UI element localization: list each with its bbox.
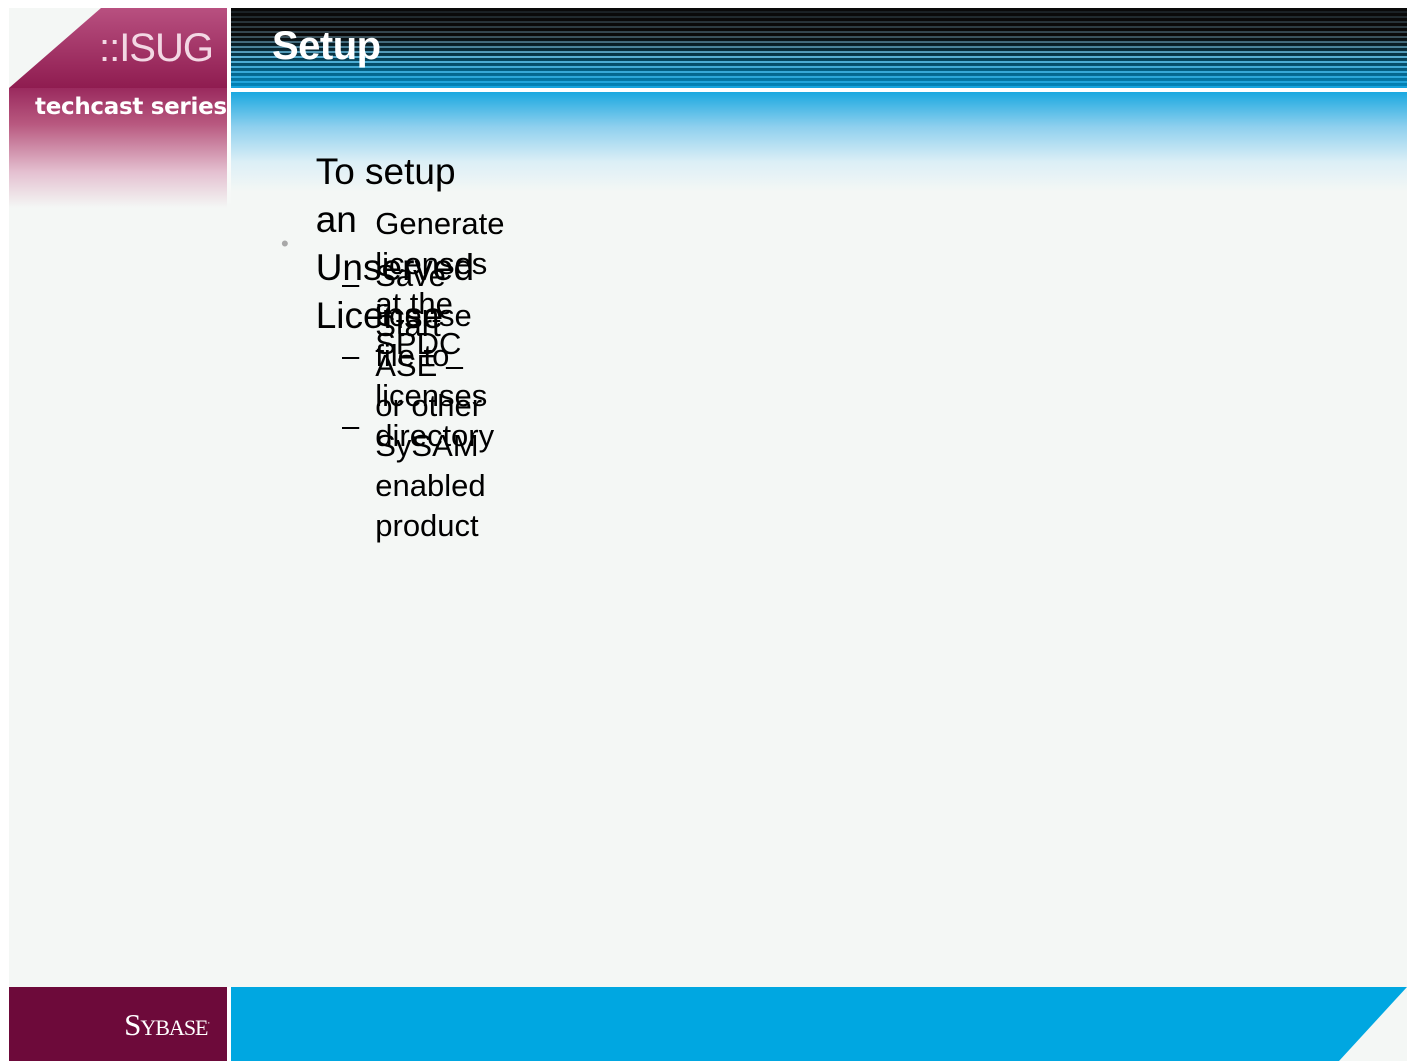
footer-divider bbox=[227, 987, 231, 1061]
dash-icon: – bbox=[342, 408, 360, 443]
sub-bullet-item: – Start ASE – or other SySAM enabled pro… bbox=[342, 306, 486, 546]
sub-bullet-text: Start ASE – or other SySAM enabled produ… bbox=[375, 308, 486, 543]
techcast-series-label: techcast series bbox=[35, 94, 227, 120]
footer-bar bbox=[231, 987, 1407, 1061]
slide: ::ISUG techcast series Setup • To setup … bbox=[9, 8, 1407, 1061]
techcast-series-block: techcast series bbox=[9, 88, 227, 208]
bullet-dot-icon: • bbox=[281, 231, 289, 256]
footer-logo-block: SYBASE. bbox=[9, 987, 227, 1061]
isug-logo-block: ::ISUG bbox=[9, 8, 227, 88]
slide-title: Setup bbox=[272, 24, 381, 68]
isug-logo: ::ISUG bbox=[98, 26, 214, 70]
sybase-logo: SYBASE. bbox=[124, 1007, 210, 1042]
